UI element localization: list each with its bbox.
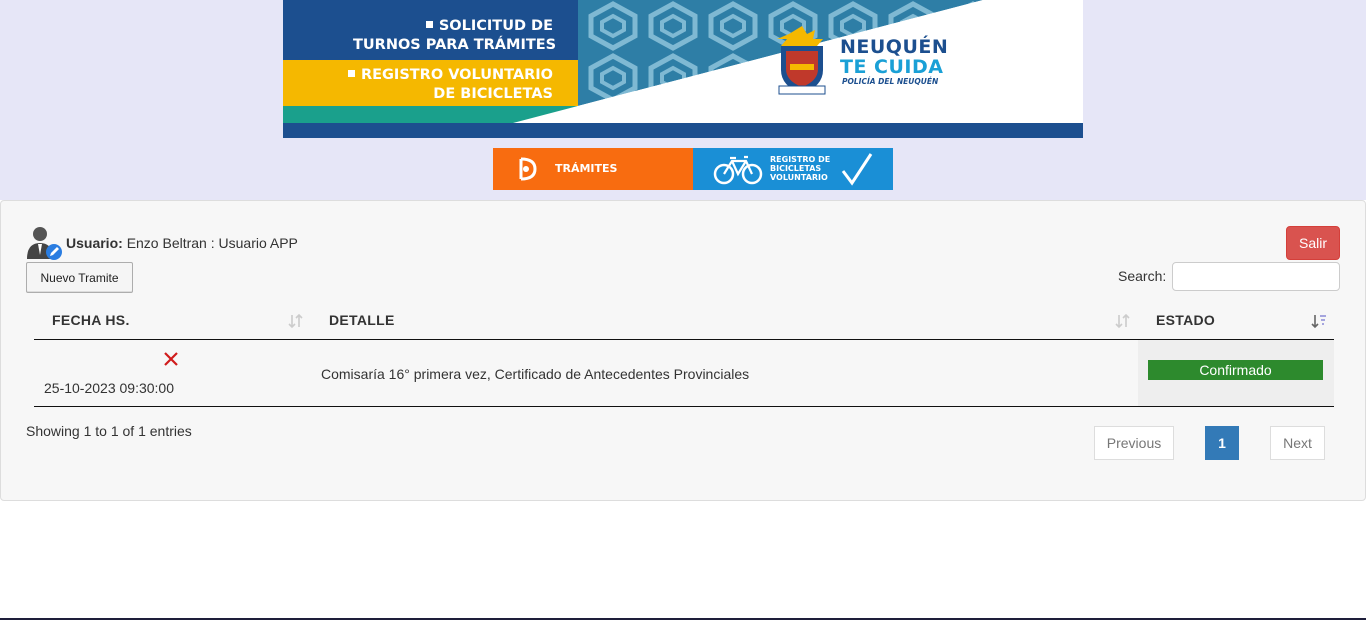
user-value: Enzo Beltran : Usuario APP [126, 235, 298, 251]
bullet-icon [425, 21, 433, 28]
banner-title-turnos: SOLICITUD DE TURNOS PARA TRÁMITES [353, 18, 557, 53]
bicicletas-nav-label: REGISTRO DE BICICLETAS VOLUNTARIO [770, 155, 831, 182]
table-info: Showing 1 to 1 of 1 entries [26, 423, 192, 439]
salir-button[interactable]: Salir [1286, 226, 1340, 260]
cell-fecha: 25-10-2023 09:30:00 [34, 339, 311, 407]
bicycle-icon [713, 155, 763, 185]
checkmark-icon [841, 153, 873, 186]
police-shield-logo [777, 26, 826, 95]
banner-bottom-stripe [283, 123, 1083, 138]
cell-detalle: Comisaría 16° primera vez, Certificado d… [311, 339, 1138, 407]
pagination-page-1[interactable]: 1 [1205, 426, 1239, 460]
column-header-estado[interactable]: ESTADO [1138, 302, 1334, 340]
close-icon[interactable] [163, 351, 179, 367]
nuevo-tramite-button[interactable]: Nuevo Tramite [26, 262, 133, 293]
logo-text-policia: POLICÍA DEL NEUQUÉN [842, 77, 939, 86]
tramites-panel: Usuario: Enzo Beltran : Usuario APP Nuev… [0, 200, 1366, 501]
table-row: 25-10-2023 09:30:00 Comisaría 16° primer… [34, 339, 1334, 407]
header-banner: SOLICITUD DE TURNOS PARA TRÁMITES REGIST… [283, 0, 1083, 138]
column-header-fecha[interactable]: FECHA HS. [34, 302, 311, 340]
logo-text-neuquen: NEUQUÉN [840, 36, 949, 58]
banner-title-bicicletas: REGISTRO VOLUNTARIO DE BICICLETAS [343, 66, 553, 104]
table-header-row: FECHA HS. DETALLE ESTADO [34, 302, 1334, 340]
status-badge: Confirmado [1148, 359, 1323, 380]
user-edit-icon [27, 227, 62, 260]
sort-desc-icon [1311, 315, 1326, 329]
bicicletas-nav-button[interactable]: REGISTRO DE BICICLETAS VOLUNTARIO [693, 148, 893, 190]
search-input[interactable] [1172, 262, 1340, 291]
column-header-fecha-label: FECHA HS. [52, 312, 130, 329]
column-header-estado-label: ESTADO [1156, 312, 1216, 329]
fecha-value: 25-10-2023 09:30:00 [44, 379, 174, 396]
cell-estado: Confirmado [1138, 339, 1334, 407]
tramites-table: FECHA HS. DETALLE ESTADO 25-10-2023 09:3… [34, 302, 1334, 407]
sort-icon [288, 313, 303, 329]
column-header-detalle[interactable]: DETALLE [311, 302, 1138, 340]
search-label: Search: [1118, 268, 1167, 284]
pagination-next[interactable]: Next [1270, 426, 1325, 460]
user-label: Usuario: [66, 235, 123, 251]
pagination-previous[interactable]: Previous [1094, 426, 1174, 460]
tramites-icon [519, 157, 537, 181]
sort-icon [1115, 313, 1130, 329]
logo-text-te-cuida: TE CUIDA [840, 56, 944, 78]
column-header-detalle-label: DETALLE [329, 312, 395, 329]
bullet-icon [347, 70, 355, 77]
tramites-nav-label: TRÁMITES [555, 162, 618, 175]
tramites-nav-button[interactable]: TRÁMITES [493, 148, 693, 190]
user-info: Usuario: Enzo Beltran : Usuario APP [66, 235, 298, 251]
